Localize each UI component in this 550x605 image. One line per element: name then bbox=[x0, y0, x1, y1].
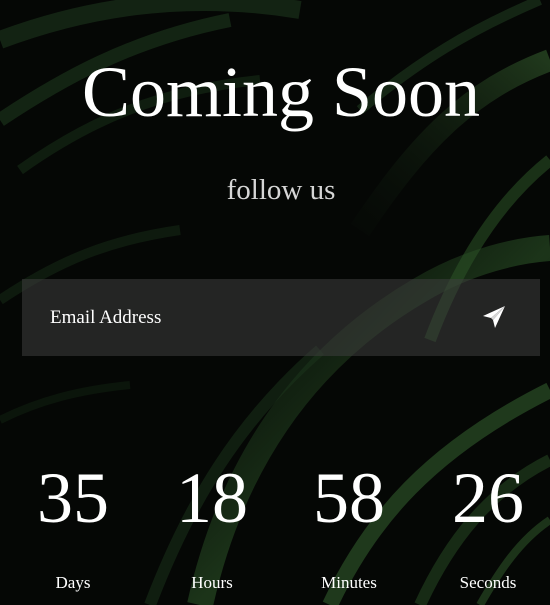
countdown-value: 18 bbox=[176, 458, 248, 538]
send-button[interactable] bbox=[474, 297, 514, 337]
follow-us-text: follow us bbox=[226, 174, 336, 206]
countdown-label: Hours bbox=[191, 573, 233, 592]
paper-plane-icon bbox=[483, 306, 505, 328]
countdown-value: 58 bbox=[313, 458, 385, 538]
countdown-seconds: 26 Seconds bbox=[428, 458, 548, 592]
email-subscribe-form bbox=[22, 279, 540, 356]
email-input[interactable] bbox=[22, 279, 462, 356]
countdown-days: 35 Days bbox=[13, 458, 133, 592]
countdown-minutes: 58 Minutes bbox=[289, 458, 409, 592]
countdown-value: 35 bbox=[37, 458, 109, 538]
countdown-hours: 18 Hours bbox=[152, 458, 272, 592]
countdown-value: 26 bbox=[452, 458, 524, 538]
coming-soon-page: Coming Soon follow us 35 Days 18 Hours 5… bbox=[0, 0, 550, 605]
countdown-label: Seconds bbox=[459, 573, 517, 592]
page-title: Coming Soon bbox=[81, 52, 481, 132]
countdown-label: Days bbox=[55, 573, 91, 592]
countdown-label: Minutes bbox=[321, 573, 377, 592]
